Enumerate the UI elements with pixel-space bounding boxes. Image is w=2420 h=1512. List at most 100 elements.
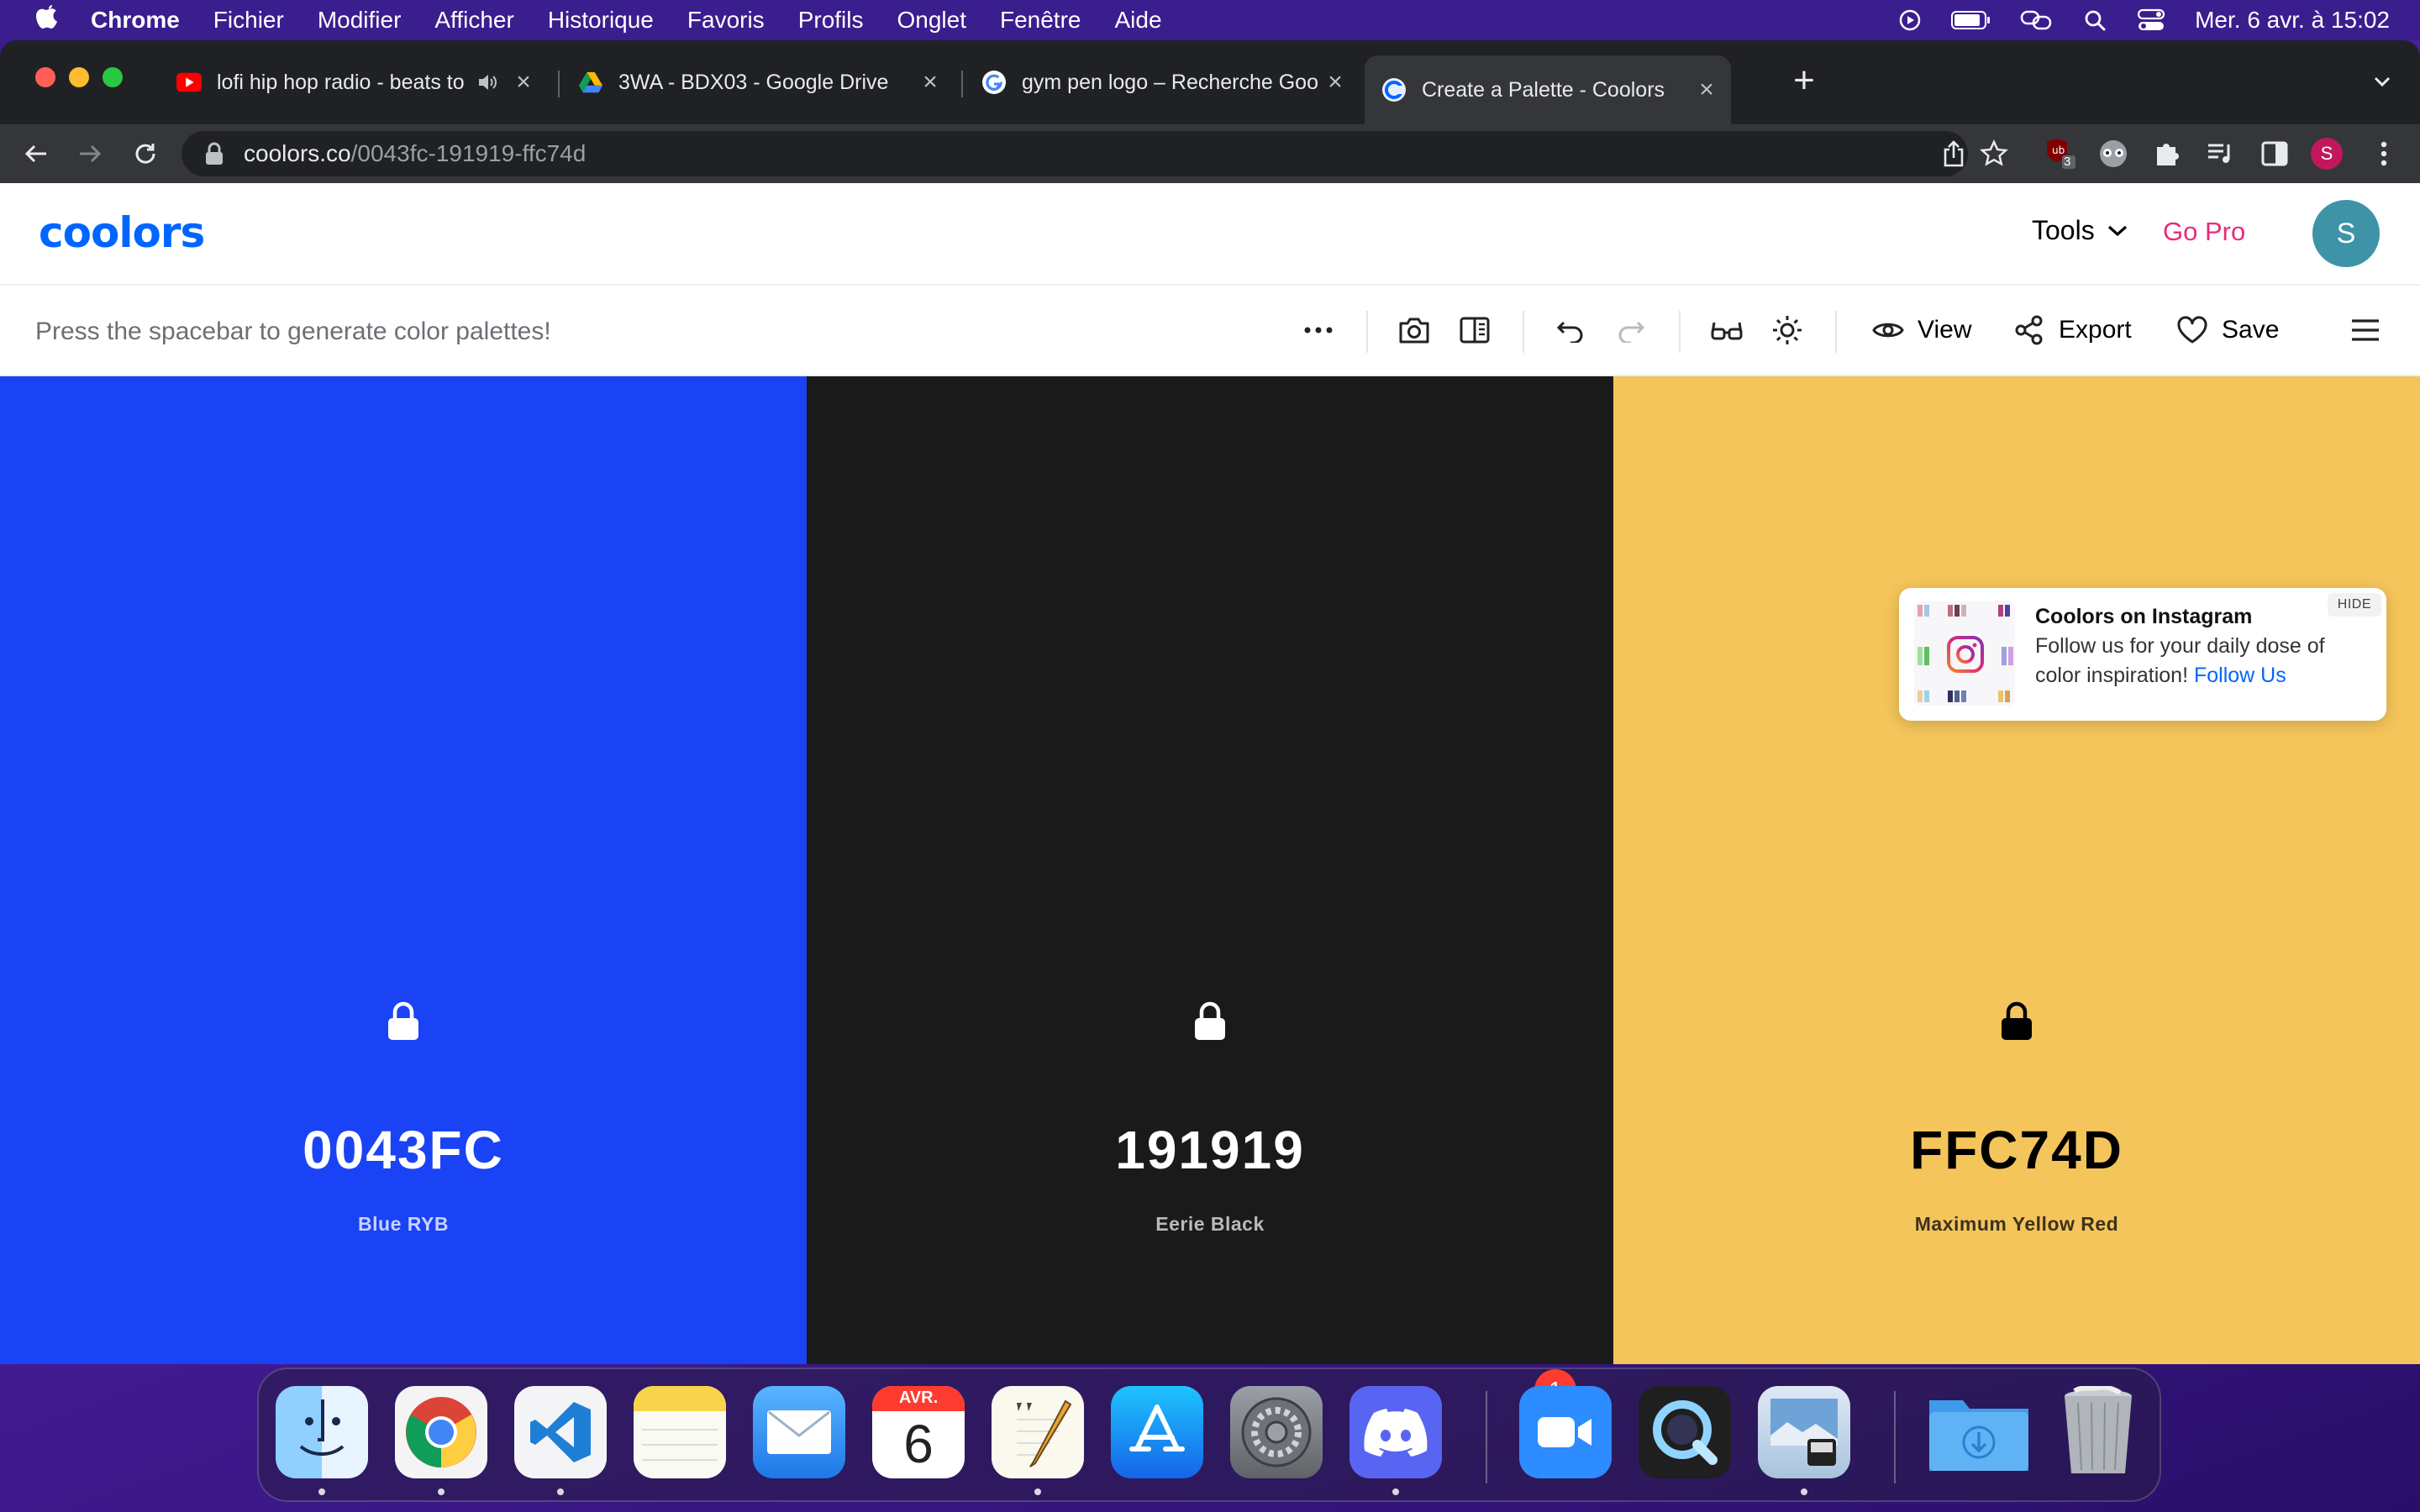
- menu-historique[interactable]: Historique: [548, 7, 654, 34]
- trash-icon[interactable]: [2052, 1386, 2144, 1478]
- divider: [1835, 311, 1837, 353]
- follow-us-link[interactable]: Follow Us: [2194, 664, 2286, 687]
- screen-mirroring-icon[interactable]: [2020, 8, 2054, 33]
- chrome-window: lofi hip hop radio - beats to × 3WA - BD…: [0, 40, 2420, 1364]
- share-icon[interactable]: [1941, 139, 1970, 168]
- close-icon[interactable]: ×: [511, 70, 536, 95]
- reload-icon[interactable]: [126, 134, 165, 173]
- system-preferences-icon[interactable]: [1230, 1386, 1323, 1478]
- color-swatch[interactable]: 0043FC Blue RYB: [0, 376, 807, 1364]
- notes-icon[interactable]: [634, 1386, 726, 1478]
- color-hex[interactable]: 191919: [807, 1119, 1613, 1181]
- tab-search-icon[interactable]: [2370, 69, 2396, 96]
- undo-icon[interactable]: [1551, 311, 1590, 349]
- menubar-clock[interactable]: Mer. 6 avr. à 15:02: [2195, 7, 2390, 34]
- tab-google-search[interactable]: gym pen logo – Recherche Goo ×: [965, 60, 1360, 104]
- mail-icon[interactable]: [753, 1386, 845, 1478]
- color-name[interactable]: Eerie Black: [807, 1213, 1613, 1236]
- color-swatch[interactable]: 191919 Eerie Black: [807, 376, 1613, 1364]
- sun-icon[interactable]: [1768, 311, 1807, 349]
- macos-menubar: Chrome Fichier Modifier Afficher Histori…: [0, 0, 2420, 40]
- menu-aide[interactable]: Aide: [1114, 7, 1161, 34]
- ublock-icon[interactable]: ub 3: [2044, 136, 2079, 171]
- color-hex[interactable]: 0043FC: [0, 1119, 807, 1181]
- menu-modifier[interactable]: Modifier: [318, 7, 402, 34]
- back-arrow-icon[interactable]: [17, 134, 55, 173]
- menu-fenetre[interactable]: Fenêtre: [1000, 7, 1081, 34]
- youtube-icon: [176, 70, 202, 95]
- color-name[interactable]: Blue RYB: [0, 1213, 807, 1236]
- menu-chrome[interactable]: Chrome: [91, 7, 180, 34]
- chrome-icon[interactable]: [395, 1386, 487, 1478]
- export-label: Export: [2059, 316, 2132, 344]
- zoom-window-button[interactable]: [103, 67, 123, 87]
- battery-icon[interactable]: [1951, 8, 1991, 33]
- profile-initial: S: [2311, 138, 2343, 170]
- more-horiz-icon[interactable]: [1299, 311, 1338, 349]
- tools-label: Tools: [2032, 215, 2095, 245]
- tab-coolors[interactable]: Create a Palette - Coolors ×: [1365, 55, 1731, 124]
- control-center-icon[interactable]: [2136, 8, 2166, 33]
- minimize-window-button[interactable]: [69, 67, 89, 87]
- menu-afficher[interactable]: Afficher: [434, 7, 513, 34]
- user-avatar[interactable]: S: [2312, 200, 2380, 267]
- quicktime-icon[interactable]: [1639, 1386, 1731, 1478]
- redo-icon[interactable]: [1612, 311, 1650, 349]
- go-pro-link[interactable]: Go Pro: [2163, 217, 2245, 247]
- tab-youtube[interactable]: lofi hip hop radio - beats to ×: [160, 60, 548, 104]
- close-window-button[interactable]: [35, 67, 55, 87]
- puzzle-icon[interactable]: [2149, 136, 2185, 171]
- profile-avatar[interactable]: S: [2309, 136, 2344, 171]
- calendar-icon[interactable]: AVR. 6: [872, 1386, 965, 1478]
- play-circle-icon[interactable]: [1897, 8, 1923, 33]
- lock-icon[interactable]: [205, 142, 225, 165]
- running-indicator: [438, 1488, 445, 1495]
- hamburger-menu-icon[interactable]: [2346, 311, 2385, 349]
- color-hex[interactable]: FFC74D: [1613, 1119, 2420, 1181]
- media-control-icon[interactable]: [2203, 136, 2238, 171]
- tab-google-drive[interactable]: 3WA - BDX03 - Google Drive ×: [561, 60, 955, 104]
- preview-icon[interactable]: [1758, 1386, 1850, 1478]
- coolors-logo[interactable]: coolors: [39, 208, 205, 257]
- close-icon[interactable]: ×: [1694, 77, 1719, 102]
- address-bar[interactable]: coolors.co/0043fc-191919-ffc74d: [182, 131, 1968, 176]
- save-button[interactable]: Save: [2176, 311, 2279, 349]
- textedit-icon[interactable]: [992, 1386, 1084, 1478]
- menu-favoris[interactable]: Favoris: [687, 7, 765, 34]
- instagram-promo-card: Coolors on Instagram Follow us for your …: [1899, 588, 2386, 721]
- zoom-icon[interactable]: [1519, 1386, 1612, 1478]
- color-name[interactable]: Maximum Yellow Red: [1613, 1213, 2420, 1236]
- close-icon[interactable]: ×: [1323, 70, 1348, 95]
- export-button[interactable]: Export: [2013, 311, 2132, 349]
- apple-icon[interactable]: [30, 3, 64, 37]
- discord-icon[interactable]: [1349, 1386, 1442, 1478]
- lock-icon[interactable]: [387, 1001, 420, 1042]
- side-panel-icon[interactable]: [2257, 136, 2292, 171]
- camera-icon[interactable]: [1395, 311, 1434, 349]
- speaker-icon[interactable]: [477, 73, 499, 92]
- lock-icon[interactable]: [1193, 1001, 1227, 1042]
- close-icon[interactable]: ×: [918, 70, 943, 95]
- dark-reader-icon[interactable]: [2096, 136, 2131, 171]
- view-button[interactable]: View: [1872, 311, 1971, 349]
- finder-icon[interactable]: [276, 1386, 368, 1478]
- quick-view-icon[interactable]: [1455, 311, 1494, 349]
- forward-arrow-icon[interactable]: [71, 134, 109, 173]
- menu-profils[interactable]: Profils: [798, 7, 864, 34]
- app-store-icon[interactable]: [1111, 1386, 1203, 1478]
- vscode-icon[interactable]: [514, 1386, 607, 1478]
- lock-icon[interactable]: [2000, 1001, 2033, 1042]
- menu-fichier[interactable]: Fichier: [213, 7, 284, 34]
- hide-button[interactable]: HIDE: [2327, 593, 2381, 617]
- tab-title: Create a Palette - Coolors: [1422, 77, 1665, 102]
- color-swatch[interactable]: FFC74D Maximum Yellow Red: [1613, 376, 2420, 1364]
- menu-onglet[interactable]: Onglet: [897, 7, 966, 34]
- downloads-folder-icon[interactable]: [1926, 1386, 2032, 1478]
- view-label: View: [1918, 316, 1972, 344]
- glasses-icon[interactable]: [1707, 311, 1746, 349]
- star-icon[interactable]: [1976, 136, 2012, 171]
- new-tab-button[interactable]: +: [1785, 62, 1823, 101]
- search-icon[interactable]: [2082, 8, 2107, 33]
- more-vert-icon[interactable]: [2366, 136, 2402, 171]
- tools-menu[interactable]: Tools: [2032, 215, 2128, 246]
